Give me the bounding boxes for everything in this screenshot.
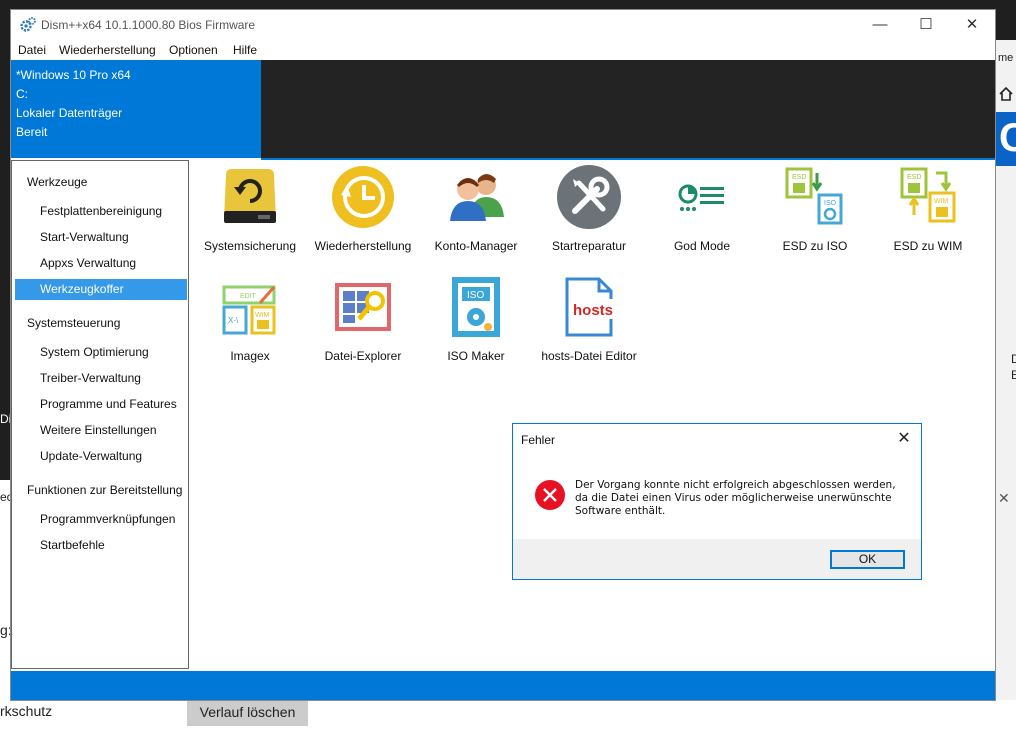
tool-label: Wiederherstellung [314,239,412,253]
session-info-panel[interactable]: *Windows 10 Pro x64 C: Lokaler Datenträg… [11,60,261,158]
minimize-button[interactable]: — [857,10,903,40]
tool-label: Systemsicherung [203,239,297,253]
home-icon [998,86,1014,102]
tool-label: hosts-Datei Editor [541,349,637,363]
sidebar-item-weitere-einstellungen[interactable]: Weitere Einstellungen [15,420,187,441]
sidebar-section-werkzeuge[interactable]: Werkzeuge [27,175,87,189]
dialog-close-icon[interactable]: ✕ [893,428,915,450]
title-bar[interactable]: Dism++x64 10.1.1000.80 Bios Firmware — ☐… [11,10,995,40]
clear-history-button[interactable]: Verlauf löschen [187,698,308,726]
tool-label: Datei-Explorer [324,349,402,363]
background-bottom-window [0,700,1016,733]
users-icon [444,165,508,229]
clock-restore-icon [331,165,395,229]
background-right-text: me [998,52,1014,64]
sidebar-item-startbefehle[interactable]: Startbefehle [15,535,187,556]
hosts-text: hosts [573,302,613,319]
hosts-editor-icon: hosts [557,275,621,339]
drive-label: C: [16,87,28,101]
tool-label: ESD zu WIM [893,239,963,253]
background-right-letter: C [999,116,1016,160]
repair-tools-icon [557,165,621,229]
wim-text: WIM [934,198,949,205]
background-bottom-label: rkschutz [0,703,53,719]
imagex-icon: EDIT X-\ WIM [218,275,282,339]
status-bar [11,671,995,700]
tool-label: ISO Maker [447,349,505,363]
background-left-window [0,480,11,700]
tool-label: ESD zu ISO [782,239,848,253]
background-left-text-3: g: [0,622,12,638]
sidebar-item-update-verwaltung[interactable]: Update-Verwaltung [15,446,187,467]
iso-text: ISO [467,290,484,301]
window-title: Dism++x64 10.1.1000.80 Bios Firmware [41,18,256,32]
tool-label: Imagex [230,349,270,363]
sidebar-item-system-optimierung[interactable]: System Optimierung [15,342,187,363]
tool-label: Konto-Manager [434,239,518,253]
menu-wiederherstellung[interactable]: Wiederherstellung [59,43,156,57]
xv-text: X-\ [228,316,239,325]
dialog-message-line: Software enthält. [575,505,666,517]
close-button[interactable]: ✕ [949,10,995,40]
sidebar-section-systemsteuerung[interactable]: Systemsteuerung [27,316,120,330]
menu-optionen[interactable]: Optionen [169,43,218,57]
esd-to-iso-icon: ESD ISO [783,165,847,229]
dism-window: Dism++x64 10.1.1000.80 Bios Firmware — ☐… [11,10,995,700]
sidebar-section-bereitstellung[interactable]: Funktionen zur Bereitstellung [27,483,182,497]
menu-datei[interactable]: Datei [18,43,46,57]
iso-text: ISO [824,200,837,207]
dialog-message-line: Der Vorgang konnte nicht erfolgreich abg… [575,479,896,491]
status-label: Bereit [16,125,48,139]
sidebar-item-festplattenbereinigung[interactable]: Festplattenbereinigung [15,201,187,222]
background-right-d: D [1011,352,1016,366]
disk-label: Lokaler Datenträger [16,106,123,120]
error-dialog: Fehler ✕ Der Vorgang konnte nicht erfolg… [512,423,922,580]
dialog-message-line: da die Datei einen Virus oder möglicherw… [575,492,892,504]
file-explorer-icon [331,275,395,339]
toolbox-grid: Systemsicherung Wiederherstellung Konto-… [191,160,995,671]
sidebar-item-treiber-verwaltung[interactable]: Treiber-Verwaltung [15,368,187,389]
tool-label: Startreparatur [551,239,627,253]
menu-bar: Datei Wiederherstellung Optionen Hilfe [11,40,995,60]
dialog-title: Fehler [521,433,556,447]
sidebar-item-start-verwaltung[interactable]: Start-Verwaltung [15,227,187,248]
god-mode-icon [670,165,734,229]
gear-icon [19,16,37,34]
sidebar: Werkzeuge Festplattenbereinigung Start-V… [11,160,189,669]
session-bar [261,60,995,158]
wim-text: WIM [255,312,270,319]
dialog-message: Der Vorgang konnte nicht erfolgreich abg… [575,479,905,518]
esd-to-wim-icon: ESD WIM [896,165,960,229]
os-label: *Windows 10 Pro x64 [16,68,131,82]
background-close-icon[interactable]: ✕ [998,490,1010,507]
error-icon [534,479,566,511]
backup-drive-icon [218,165,282,229]
ok-button[interactable]: OK [830,550,905,569]
maximize-button[interactable]: ☐ [903,10,949,40]
sidebar-item-appxs-verwaltung[interactable]: Appxs Verwaltung [15,253,187,274]
edit-text: EDIT [240,293,257,300]
menu-hilfe[interactable]: Hilfe [233,43,257,57]
tool-label: God Mode [673,239,731,253]
sidebar-item-programmverknuepfungen[interactable]: Programmverknüpfungen [15,509,187,530]
sidebar-item-programme-features[interactable]: Programme und Features [15,394,187,415]
sidebar-item-werkzeugkoffer[interactable]: Werkzeugkoffer [15,279,187,300]
esd-text: ESD [907,174,921,181]
esd-text: ESD [792,174,806,181]
background-right-e: E [1011,368,1016,382]
iso-maker-icon: ISO [444,275,508,339]
dialog-footer: OK [513,539,921,579]
